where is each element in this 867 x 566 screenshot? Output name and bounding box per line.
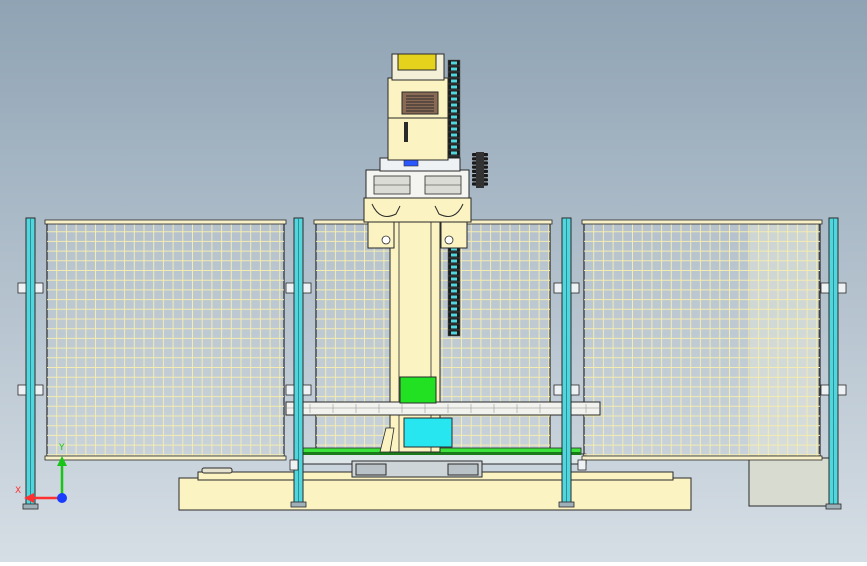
chain-link-slot [451,73,457,77]
chain-link-slot [451,265,457,269]
chain-link-slot [451,109,457,113]
mesh-top-rail [44,219,287,225]
chain-link-slot [451,331,457,335]
fence-foot-bracket [577,459,587,471]
fence-clamp [553,384,563,396]
fence-clamp [285,282,295,294]
fence-clamp [17,282,27,294]
chain-link-slot [451,289,457,293]
chain-link-slot [451,301,457,305]
fence-clamp [820,384,830,396]
chain-link-slot [451,103,457,107]
mesh-frame [46,221,285,459]
chain-link-slot [451,97,457,101]
cyan-gripper-box [403,417,453,448]
chain-link-slot [451,67,457,71]
chain-link-slot [451,79,457,83]
fence-post-foot [290,501,307,508]
green-slider-block [399,376,437,404]
chain-link-slot [451,85,457,89]
fence-post-foot [825,503,842,510]
mesh-bottom-rail [581,455,823,461]
mesh-bottom-rail [44,455,287,461]
horizontal-beam [285,401,601,416]
chain-link-slot [451,61,457,65]
fence-clamp [837,282,847,294]
fence-clamp [570,282,580,294]
chain-link-slot [451,91,457,95]
chain-link-slot [451,271,457,275]
fence-clamp [285,384,295,396]
x-axis-label: X [15,486,22,496]
fence-panel-left [44,219,287,461]
fence-foot-bracket [289,459,299,471]
fence-clamp [553,282,563,294]
fence-clamp [820,282,830,294]
fence-post-foot [22,503,39,510]
chain-link-slot [451,313,457,317]
fence-clamp [570,384,580,396]
chain-link-slot [451,127,457,131]
chain-link-slot [451,283,457,287]
fence-clamp [34,282,44,294]
y-axis-label: Y [59,443,65,453]
chain-link-slot [451,121,457,125]
chain-link-slot [451,133,457,137]
mesh-top-rail [581,219,823,225]
mesh-frame [583,221,821,459]
z-axis-origin [57,493,67,503]
fence-post-foot [558,501,575,508]
fence-clamp [302,282,312,294]
chain-link-slot [451,145,457,149]
fence-clamp [302,384,312,396]
fence-clamp [17,384,27,396]
machine-front-view [0,0,867,562]
chain-link-slot [451,319,457,323]
chain-link-slot [451,259,457,263]
chain-link-slot [451,139,457,143]
chain-link-slot [451,277,457,281]
chain-link-slot [451,307,457,311]
chain-link-slot [451,295,457,299]
gear-hub [476,152,484,188]
handwheel-gear [472,152,488,188]
chain-link-slot [451,325,457,329]
fence-panel-right [581,219,823,461]
chain-link-slot [451,151,457,155]
chain-link-slot [451,253,457,257]
fence-clamp [837,384,847,396]
chain-link-slot [451,115,457,119]
fence-clamp [34,384,44,396]
cad-viewport[interactable]: X Y [0,0,867,562]
